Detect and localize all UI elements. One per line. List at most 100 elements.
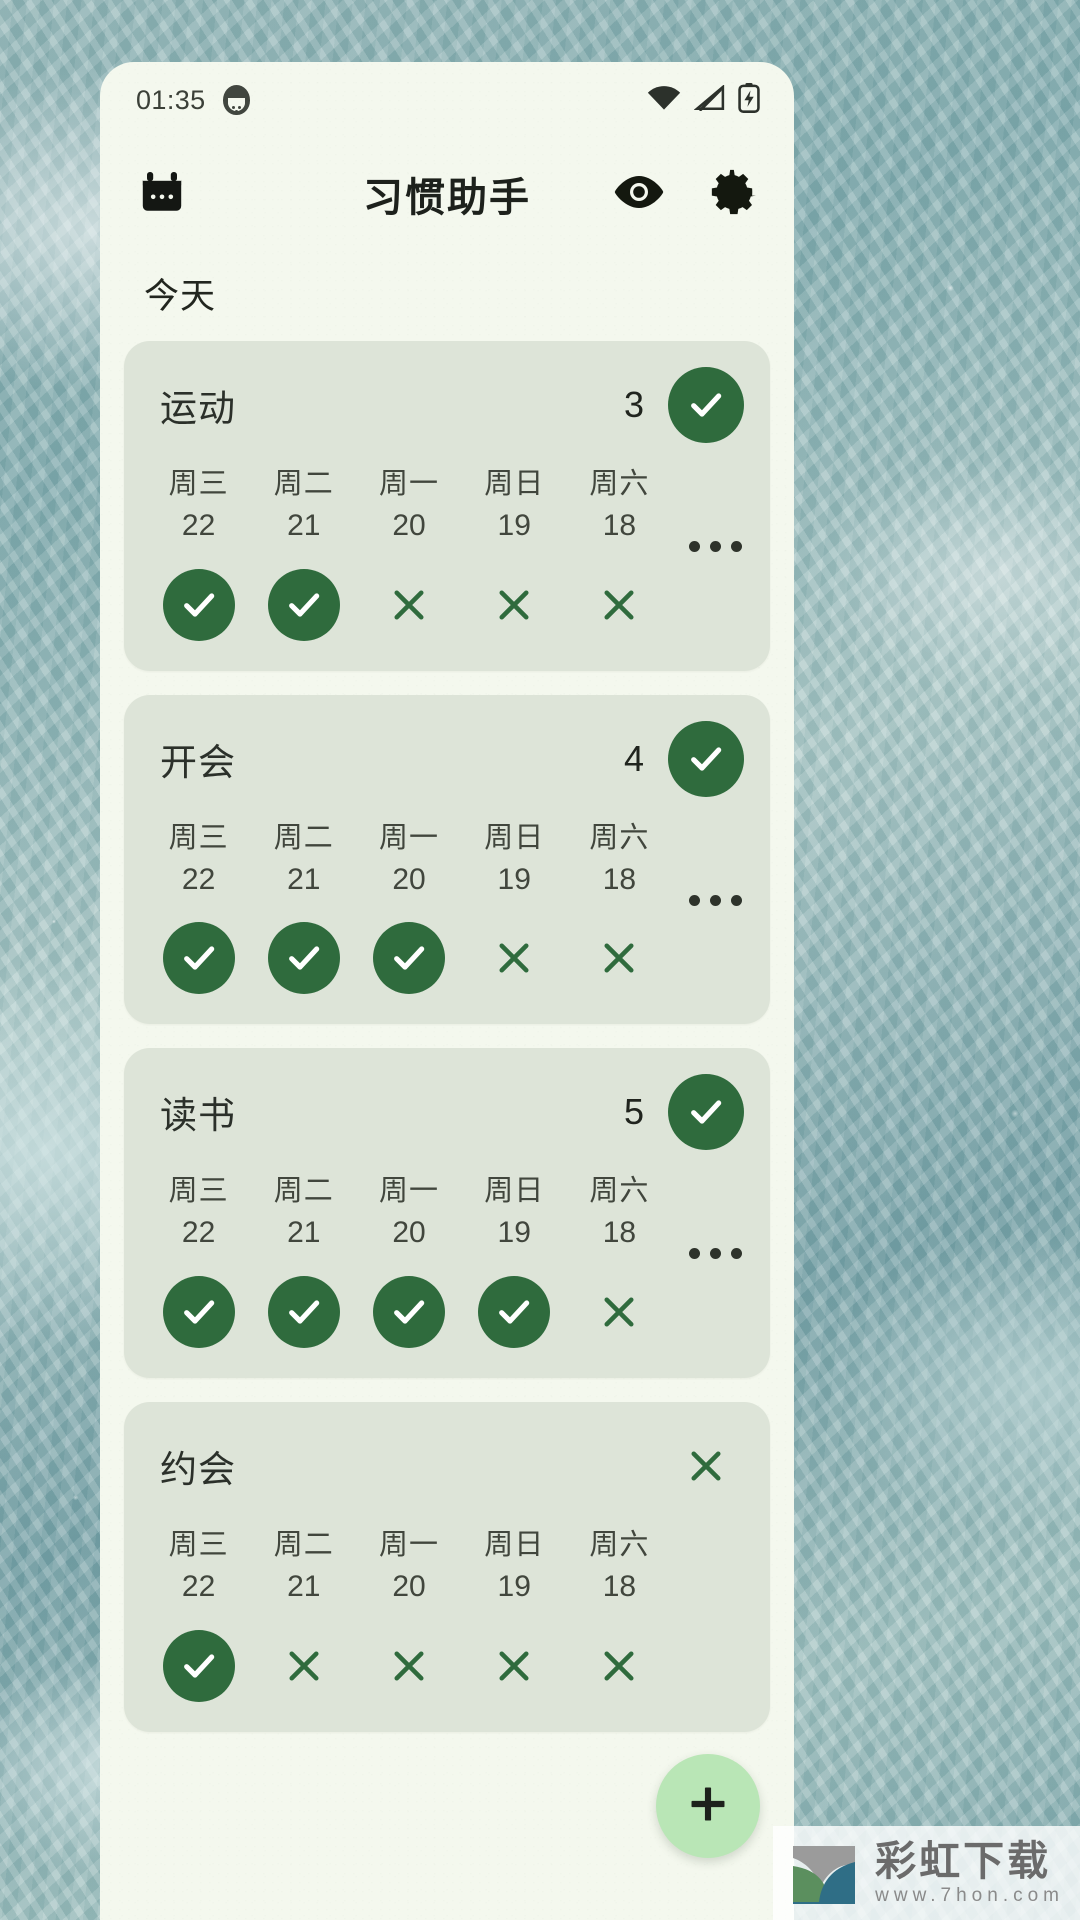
day-mark-missed[interactable] [583, 1630, 655, 1702]
day-mark-missed[interactable] [373, 1630, 445, 1702]
habit-day-cell[interactable]: 周三 22 [146, 819, 251, 995]
day-mark-done[interactable] [267, 568, 340, 641]
day-date-label: 20 [392, 862, 426, 896]
day-mark-done[interactable] [162, 568, 235, 641]
day-date-label: 22 [181, 862, 216, 896]
day-mark-slot[interactable] [162, 1275, 235, 1348]
watermark-url: www.7hon.com [875, 1885, 1064, 1906]
day-mark-done[interactable] [267, 1275, 340, 1348]
day-mark-missed[interactable] [373, 569, 445, 641]
habit-card[interactable]: 运动 3 周三 22 周二 21 周一 20 周日 19 周六 18 [124, 341, 770, 671]
habit-day-cell[interactable]: 周二 21 [251, 1526, 356, 1702]
habit-card-header: 读书 5 [124, 1074, 770, 1151]
habit-overflow-menu-button[interactable] [672, 1172, 758, 1260]
habit-day-cell[interactable]: 周日 19 [462, 1526, 567, 1702]
habit-card[interactable]: 约会 周三 22 周二 21 周一 20 周日 19 周六 18 [124, 1401, 770, 1732]
habit-card-list: 运动 3 周三 22 周二 21 周一 20 周日 19 周六 18 开会 4 周三 22 周二 21 周一 20 周日… [100, 341, 794, 1732]
day-date-label: 18 [602, 1216, 637, 1250]
day-mark-missed[interactable] [478, 569, 550, 641]
habit-day-cell[interactable]: 周一 20 [356, 1172, 461, 1348]
day-mark-done[interactable] [162, 922, 235, 995]
day-mark-slot[interactable] [267, 922, 340, 995]
day-mark-slot[interactable] [373, 1275, 445, 1348]
day-date-label: 20 [392, 1216, 426, 1250]
habit-day-cell[interactable]: 周六 18 [567, 819, 672, 995]
day-weekday-label: 周二 [273, 1175, 334, 1208]
habit-day-cell[interactable]: 周一 20 [356, 819, 461, 995]
day-mark-slot[interactable] [373, 569, 445, 641]
add-habit-fab[interactable] [656, 1754, 760, 1858]
day-date-label: 21 [287, 862, 321, 896]
habit-week-row: 周三 22 周二 21 周一 20 周日 19 周六 18 [124, 797, 770, 995]
habit-day-cell[interactable]: 周三 22 [146, 465, 251, 641]
day-mark-done[interactable] [162, 1629, 235, 1702]
day-mark-slot[interactable] [162, 1629, 235, 1702]
habit-day-cell[interactable]: 周六 18 [567, 1526, 672, 1702]
habit-day-cell[interactable]: 周二 21 [251, 819, 356, 995]
day-mark-missed[interactable] [583, 569, 655, 641]
day-mark-slot[interactable] [373, 922, 445, 995]
day-mark-slot[interactable] [478, 569, 550, 641]
day-date-label: 20 [392, 1570, 426, 1604]
day-mark-slot[interactable] [373, 1630, 445, 1702]
habit-day-cell[interactable]: 周六 18 [567, 465, 672, 641]
day-mark-slot[interactable] [267, 1275, 340, 1348]
day-mark-missed[interactable] [478, 922, 550, 994]
calendar-icon[interactable] [138, 168, 186, 221]
habit-today-toggle-done[interactable] [668, 720, 744, 797]
habit-day-cell[interactable]: 周二 21 [251, 1172, 356, 1348]
habit-card[interactable]: 开会 4 周三 22 周二 21 周一 20 周日 19 周六 18 [124, 694, 770, 1025]
day-date-label: 19 [497, 1570, 531, 1604]
gear-icon[interactable] [706, 166, 758, 223]
day-date-label: 18 [602, 509, 637, 543]
day-mark-slot[interactable] [162, 922, 235, 995]
habit-day-cell[interactable]: 周日 19 [462, 1172, 567, 1348]
status-bar-clock: 01:35 [136, 84, 206, 115]
day-mark-slot[interactable] [583, 922, 655, 994]
habit-today-toggle-done[interactable] [668, 367, 744, 443]
habit-card[interactable]: 读书 5 周三 22 周二 21 周一 20 周日 19 周六 18 [124, 1048, 770, 1378]
habit-day-cell[interactable]: 周日 19 [462, 819, 567, 995]
day-mark-missed[interactable] [268, 1630, 340, 1702]
day-mark-slot[interactable] [478, 922, 550, 994]
habit-overflow-menu-button[interactable] [672, 1526, 758, 1602]
day-mark-slot[interactable] [267, 568, 340, 641]
day-mark-slot[interactable] [583, 569, 655, 641]
day-mark-done[interactable] [373, 1275, 445, 1348]
habit-name: 读书 [160, 1095, 236, 1137]
day-date-label: 21 [287, 1570, 321, 1604]
habit-overflow-menu-button[interactable] [672, 819, 758, 906]
day-mark-missed[interactable] [583, 1276, 655, 1348]
day-mark-slot[interactable] [268, 1630, 340, 1702]
day-mark-slot[interactable] [162, 568, 235, 641]
habit-day-cell[interactable]: 周日 19 [462, 465, 567, 641]
day-mark-done[interactable] [162, 1275, 235, 1348]
day-mark-slot[interactable] [583, 1630, 655, 1702]
eye-icon[interactable] [612, 172, 666, 217]
habit-day-cell[interactable]: 周三 22 [146, 1172, 251, 1348]
habit-overflow-menu-button[interactable] [672, 465, 758, 552]
day-mark-slot[interactable] [583, 1276, 655, 1348]
habit-day-cell[interactable]: 周六 18 [567, 1172, 672, 1348]
habit-day-cell[interactable]: 周一 20 [356, 1526, 461, 1702]
habit-streak-count: 5 [623, 1091, 644, 1133]
day-mark-slot[interactable] [478, 1630, 550, 1702]
day-mark-done[interactable] [478, 1275, 551, 1348]
habit-today-toggle-done[interactable] [668, 1074, 744, 1151]
day-mark-missed[interactable] [583, 922, 655, 994]
habit-streak-count: 3 [623, 384, 644, 425]
habit-name: 开会 [160, 741, 236, 783]
day-mark-slot[interactable] [478, 1275, 551, 1348]
day-weekday-label: 周六 [589, 1175, 650, 1208]
habit-day-cell[interactable]: 周一 20 [356, 465, 461, 641]
day-mark-missed[interactable] [478, 1630, 550, 1702]
day-weekday-label: 周一 [379, 1175, 440, 1208]
habit-today-toggle-missed[interactable] [668, 1428, 744, 1504]
day-date-label: 19 [497, 862, 531, 896]
habit-day-cell[interactable]: 周三 22 [146, 1526, 251, 1702]
day-date-label: 20 [392, 509, 426, 543]
day-mark-done[interactable] [267, 922, 340, 995]
habit-day-cell[interactable]: 周二 21 [251, 465, 356, 641]
day-weekday-label: 周日 [484, 821, 545, 854]
day-mark-done[interactable] [373, 922, 445, 995]
